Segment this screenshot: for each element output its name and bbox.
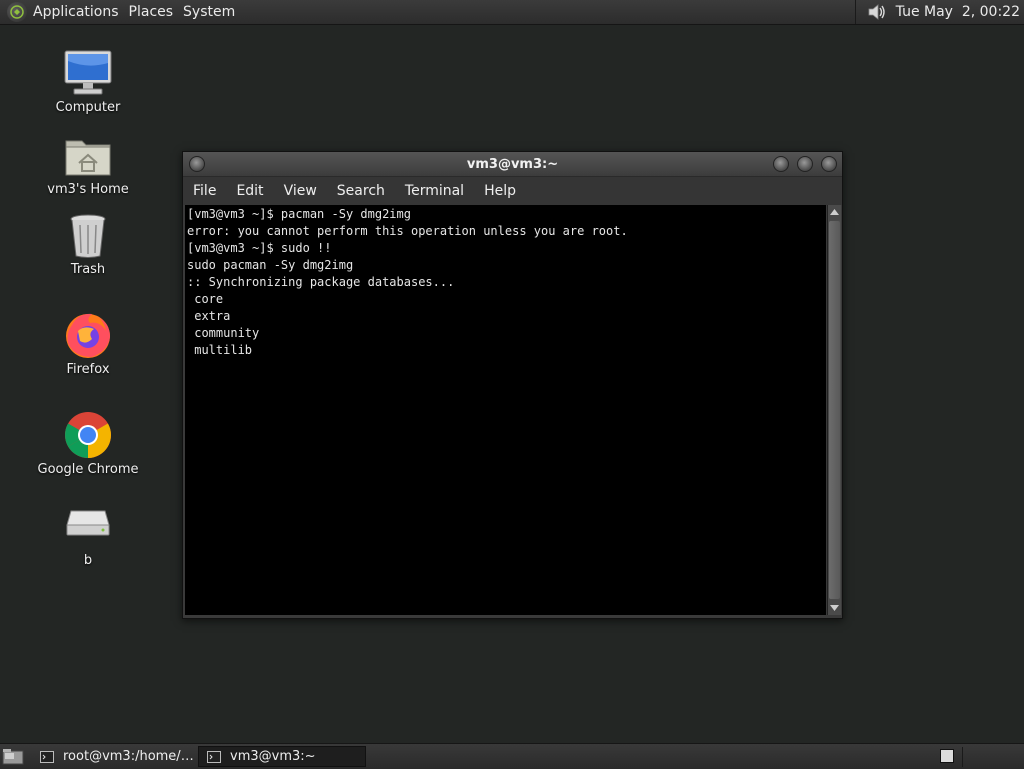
computer-icon bbox=[64, 50, 112, 95]
window-menu-button[interactable] bbox=[189, 156, 205, 172]
desktop-icon-firefox[interactable]: Firefox bbox=[33, 307, 143, 377]
panel-divider bbox=[962, 747, 963, 767]
system-menu[interactable]: System bbox=[183, 4, 243, 20]
desktop-icon-chrome[interactable]: Google Chrome bbox=[33, 407, 143, 477]
workspace-switcher[interactable] bbox=[940, 749, 954, 763]
places-menu[interactable]: Places bbox=[129, 4, 182, 20]
terminal-menubar: File Edit View Search Terminal Help bbox=[183, 177, 842, 205]
desktop-icon-label: Firefox bbox=[66, 362, 110, 377]
taskbar-item-vm3-terminal[interactable]: vm3@vm3:~ bbox=[198, 746, 366, 767]
menu-view[interactable]: View bbox=[276, 183, 325, 199]
taskbar-item-label: vm3@vm3:~ bbox=[230, 749, 316, 764]
system-tray: Tue May 2, 00:22 bbox=[854, 0, 1024, 24]
desktop-icon-label: vm3's Home bbox=[47, 182, 129, 197]
maximize-button[interactable] bbox=[797, 156, 813, 172]
desktop-icon-label: Google Chrome bbox=[37, 462, 139, 477]
minimize-button[interactable] bbox=[773, 156, 789, 172]
bottom-panel: root@vm3:/home/v… vm3@vm3:~ bbox=[0, 743, 1024, 769]
scroll-up-arrow-icon[interactable] bbox=[828, 205, 841, 219]
desktop-icon-label: Computer bbox=[55, 100, 121, 115]
drive-icon bbox=[66, 510, 110, 536]
terminal-scrollbar[interactable] bbox=[827, 205, 841, 615]
show-desktop-icon[interactable] bbox=[2, 748, 24, 766]
taskbar-item-root-terminal[interactable]: root@vm3:/home/v… bbox=[32, 746, 194, 767]
menu-edit[interactable]: Edit bbox=[228, 183, 271, 199]
terminal-icon bbox=[207, 750, 221, 763]
desktop-icon-label: b bbox=[83, 553, 93, 568]
terminal-output: [vm3@vm3 ~]$ pacman -Sy dmg2img error: y… bbox=[187, 207, 628, 357]
window-titlebar[interactable]: vm3@vm3:~ bbox=[183, 152, 842, 177]
close-button[interactable] bbox=[821, 156, 837, 172]
menu-terminal[interactable]: Terminal bbox=[397, 183, 472, 199]
menu-search[interactable]: Search bbox=[329, 183, 393, 199]
menu-help[interactable]: Help bbox=[476, 183, 524, 199]
window-title: vm3@vm3:~ bbox=[466, 156, 559, 172]
menu-file[interactable]: File bbox=[185, 183, 224, 199]
terminal-window: vm3@vm3:~ File Edit View Search Terminal… bbox=[182, 151, 843, 619]
desktop-icon-trash[interactable]: Trash bbox=[33, 207, 143, 277]
applications-menu[interactable]: Applications bbox=[33, 4, 127, 20]
terminal-icon bbox=[40, 750, 54, 763]
desktop-icon-drive-b[interactable]: b bbox=[33, 487, 143, 568]
taskbar-item-label: root@vm3:/home/v… bbox=[63, 749, 194, 764]
volume-icon[interactable] bbox=[866, 2, 888, 22]
clock[interactable]: Tue May 2, 00:22 bbox=[896, 4, 1020, 20]
trash-icon bbox=[70, 214, 106, 258]
distro-logo-icon[interactable] bbox=[7, 2, 27, 22]
top-panel: Applications Places System Tue May 2, 00… bbox=[0, 0, 1024, 25]
desktop-icon-computer[interactable]: Computer bbox=[33, 45, 143, 115]
home-folder-icon bbox=[65, 140, 111, 176]
scrollbar-thumb[interactable] bbox=[829, 221, 840, 599]
desktop-icon-label: Trash bbox=[70, 262, 106, 277]
terminal-output-area[interactable]: [vm3@vm3 ~]$ pacman -Sy dmg2img error: y… bbox=[185, 205, 826, 615]
desktop-icon-home[interactable]: vm3's Home bbox=[33, 127, 143, 197]
firefox-icon bbox=[66, 313, 110, 358]
chrome-icon bbox=[65, 412, 111, 458]
scroll-down-arrow-icon[interactable] bbox=[828, 601, 841, 615]
tray-divider bbox=[854, 0, 856, 24]
